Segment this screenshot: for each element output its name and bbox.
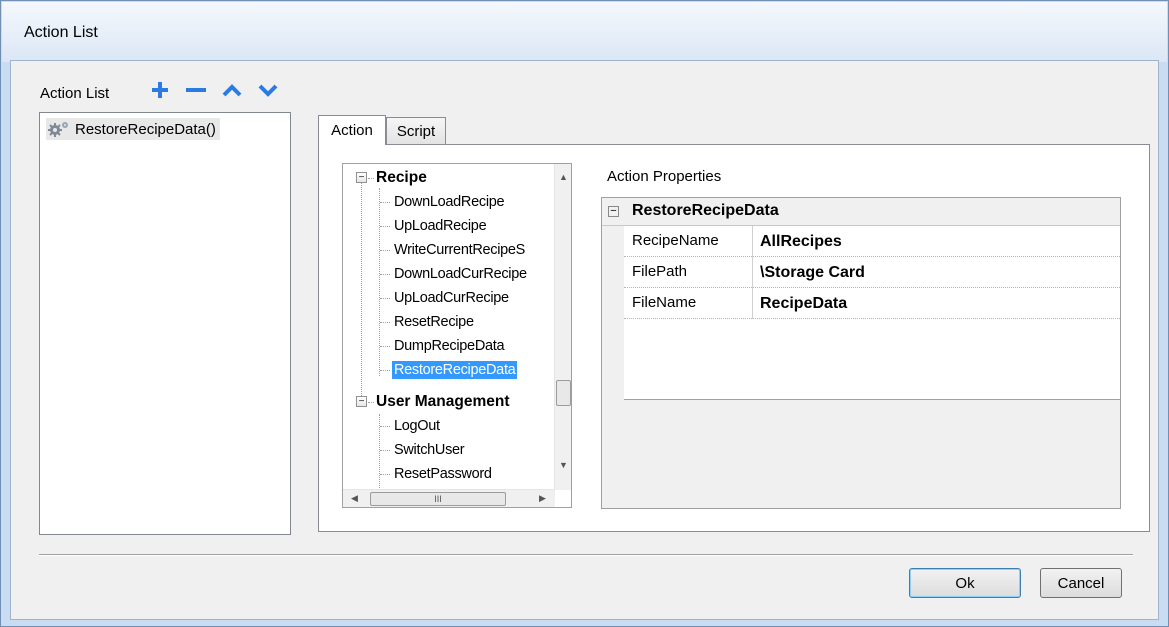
list-item-label: RestoreRecipeData() [75, 120, 216, 138]
property-grid-rows: − RestoreRecipeData RecipeName AllRecipe… [602, 198, 1120, 400]
dialog-divider [39, 554, 1133, 556]
property-divider [752, 257, 753, 288]
tree-item-label: LogOut [394, 418, 440, 434]
plus-icon [152, 82, 168, 98]
minus-icon [186, 88, 206, 92]
action-list-label: Action List [40, 85, 110, 102]
tab-label: Action [331, 122, 373, 139]
tree-item[interactable]: LogOut [343, 414, 555, 438]
tree-category-recipe[interactable]: − Recipe [343, 166, 555, 190]
move-down-button[interactable] [256, 78, 280, 102]
tree-category-user-management[interactable]: − User Management [343, 390, 555, 414]
action-properties-label: Action Properties [607, 168, 722, 185]
tree-rows: − Recipe DownLoadRecipe UpLoadRecipe Wri… [343, 164, 555, 489]
tree-connector [368, 178, 374, 179]
tree-connector [380, 202, 390, 203]
property-value[interactable]: RecipeData [760, 295, 847, 313]
tree-item-label: UpLoadCurRecipe [394, 290, 509, 306]
collapse-icon[interactable]: − [356, 396, 367, 407]
action-tree[interactable]: − Recipe DownLoadRecipe UpLoadRecipe Wri… [342, 163, 572, 508]
tab-script[interactable]: Script [386, 117, 446, 145]
tree-connector [380, 370, 390, 371]
title-bar[interactable]: Action List [2, 2, 1167, 62]
tree-item-label: DumpRecipeData [394, 338, 505, 354]
scroll-down-arrow-icon[interactable]: ▼ [559, 460, 568, 470]
tree-connector [380, 322, 390, 323]
tree-item[interactable]: ResetPassword [343, 462, 555, 486]
ok-button-label: Ok [955, 574, 975, 592]
property-row-recipename[interactable]: RecipeName AllRecipes [624, 226, 1120, 257]
cancel-button-label: Cancel [1057, 574, 1105, 592]
tree-connector [380, 298, 390, 299]
tree-item[interactable]: UpLoadRecipe [343, 214, 555, 238]
tree-connector [380, 250, 390, 251]
tab-label: Script [396, 123, 436, 140]
collapse-icon[interactable]: − [608, 206, 619, 217]
property-value[interactable]: AllRecipes [760, 233, 842, 251]
window-title: Action List [24, 24, 98, 41]
tree-horizontal-scrollbar[interactable]: ◀ III ▶ [343, 489, 555, 507]
tree-item[interactable]: DumpRecipeData [343, 334, 555, 358]
property-grid-gutter [602, 226, 624, 400]
tree-item[interactable]: SwitchUser [343, 438, 555, 462]
tree-item-selected[interactable]: RestoreRecipeData [343, 358, 555, 382]
tree-connector [380, 450, 390, 451]
move-up-button[interactable] [220, 78, 244, 102]
horizontal-scroll-thumb[interactable]: III [370, 492, 506, 506]
gear-icon [48, 122, 68, 137]
cancel-button[interactable]: Cancel [1040, 568, 1122, 598]
collapse-icon[interactable]: − [356, 172, 367, 183]
property-category-title: RestoreRecipeData [632, 202, 779, 219]
tree-item[interactable]: ResetRecipe [343, 310, 555, 334]
scroll-right-arrow-icon[interactable]: ▶ [539, 493, 546, 504]
scroll-grip: III [434, 494, 442, 504]
tree-item-label: ResetRecipe [394, 314, 474, 330]
tree-connector [368, 402, 374, 403]
tree-item-label: UpLoadRecipe [394, 218, 487, 234]
vertical-scroll-thumb[interactable] [556, 380, 571, 406]
tree-connector [380, 474, 390, 475]
tree-item-label: RestoreRecipeData [392, 361, 518, 379]
tree-connector [380, 346, 390, 347]
tree-item[interactable]: DownLoadRecipe [343, 190, 555, 214]
tree-category-label: Recipe [376, 169, 427, 186]
scroll-up-arrow-icon[interactable]: ▲ [559, 172, 568, 182]
property-name: RecipeName [632, 232, 719, 249]
property-row-filepath[interactable]: FilePath \Storage Card [624, 257, 1120, 288]
tree-connector [380, 274, 390, 275]
remove-action-button[interactable] [184, 78, 208, 102]
tree-item-label: DownLoadCurRecipe [394, 266, 527, 282]
action-list-box[interactable]: RestoreRecipeData() [39, 112, 291, 535]
property-value[interactable]: \Storage Card [760, 264, 865, 282]
tree-connector [380, 426, 390, 427]
tree-item[interactable]: DownLoadCurRecipe [343, 262, 555, 286]
property-name: FilePath [632, 263, 688, 280]
chevron-up-icon [222, 84, 242, 97]
property-name: FileName [632, 294, 697, 311]
tree-connector [380, 226, 390, 227]
dialog-client-area: Action List RestoreRecipeData() Action S… [10, 60, 1159, 620]
tree-item[interactable]: WriteCurrentRecipeS [343, 238, 555, 262]
tree-item[interactable]: UpLoadCurRecipe [343, 286, 555, 310]
action-tab-panel: − Recipe DownLoadRecipe UpLoadRecipe Wri… [318, 144, 1150, 532]
property-grid: − RestoreRecipeData RecipeName AllRecipe… [601, 197, 1121, 509]
tree-item-label: SwitchUser [394, 442, 465, 458]
tab-action[interactable]: Action [318, 115, 386, 145]
property-divider [752, 226, 753, 257]
action-list-dialog: Action List Action List RestoreRecipeDat… [0, 0, 1169, 627]
tree-category-label: User Management [376, 393, 510, 410]
list-item[interactable]: RestoreRecipeData() [46, 118, 220, 140]
chevron-down-icon [258, 84, 278, 97]
tree-vertical-scrollbar[interactable]: ▲ ▼ [554, 164, 571, 490]
scroll-left-arrow-icon[interactable]: ◀ [351, 493, 358, 504]
ok-button[interactable]: Ok [909, 568, 1021, 598]
tree-item-label: DownLoadRecipe [394, 194, 505, 210]
property-divider [752, 288, 753, 319]
property-row-filename[interactable]: FileName RecipeData [624, 288, 1120, 319]
property-description-area [602, 401, 1120, 508]
property-category-header[interactable]: − RestoreRecipeData [602, 198, 1120, 226]
tree-item-label: WriteCurrentRecipeS [394, 242, 526, 258]
tree-item-label: ResetPassword [394, 466, 492, 482]
add-action-button[interactable] [148, 78, 172, 102]
